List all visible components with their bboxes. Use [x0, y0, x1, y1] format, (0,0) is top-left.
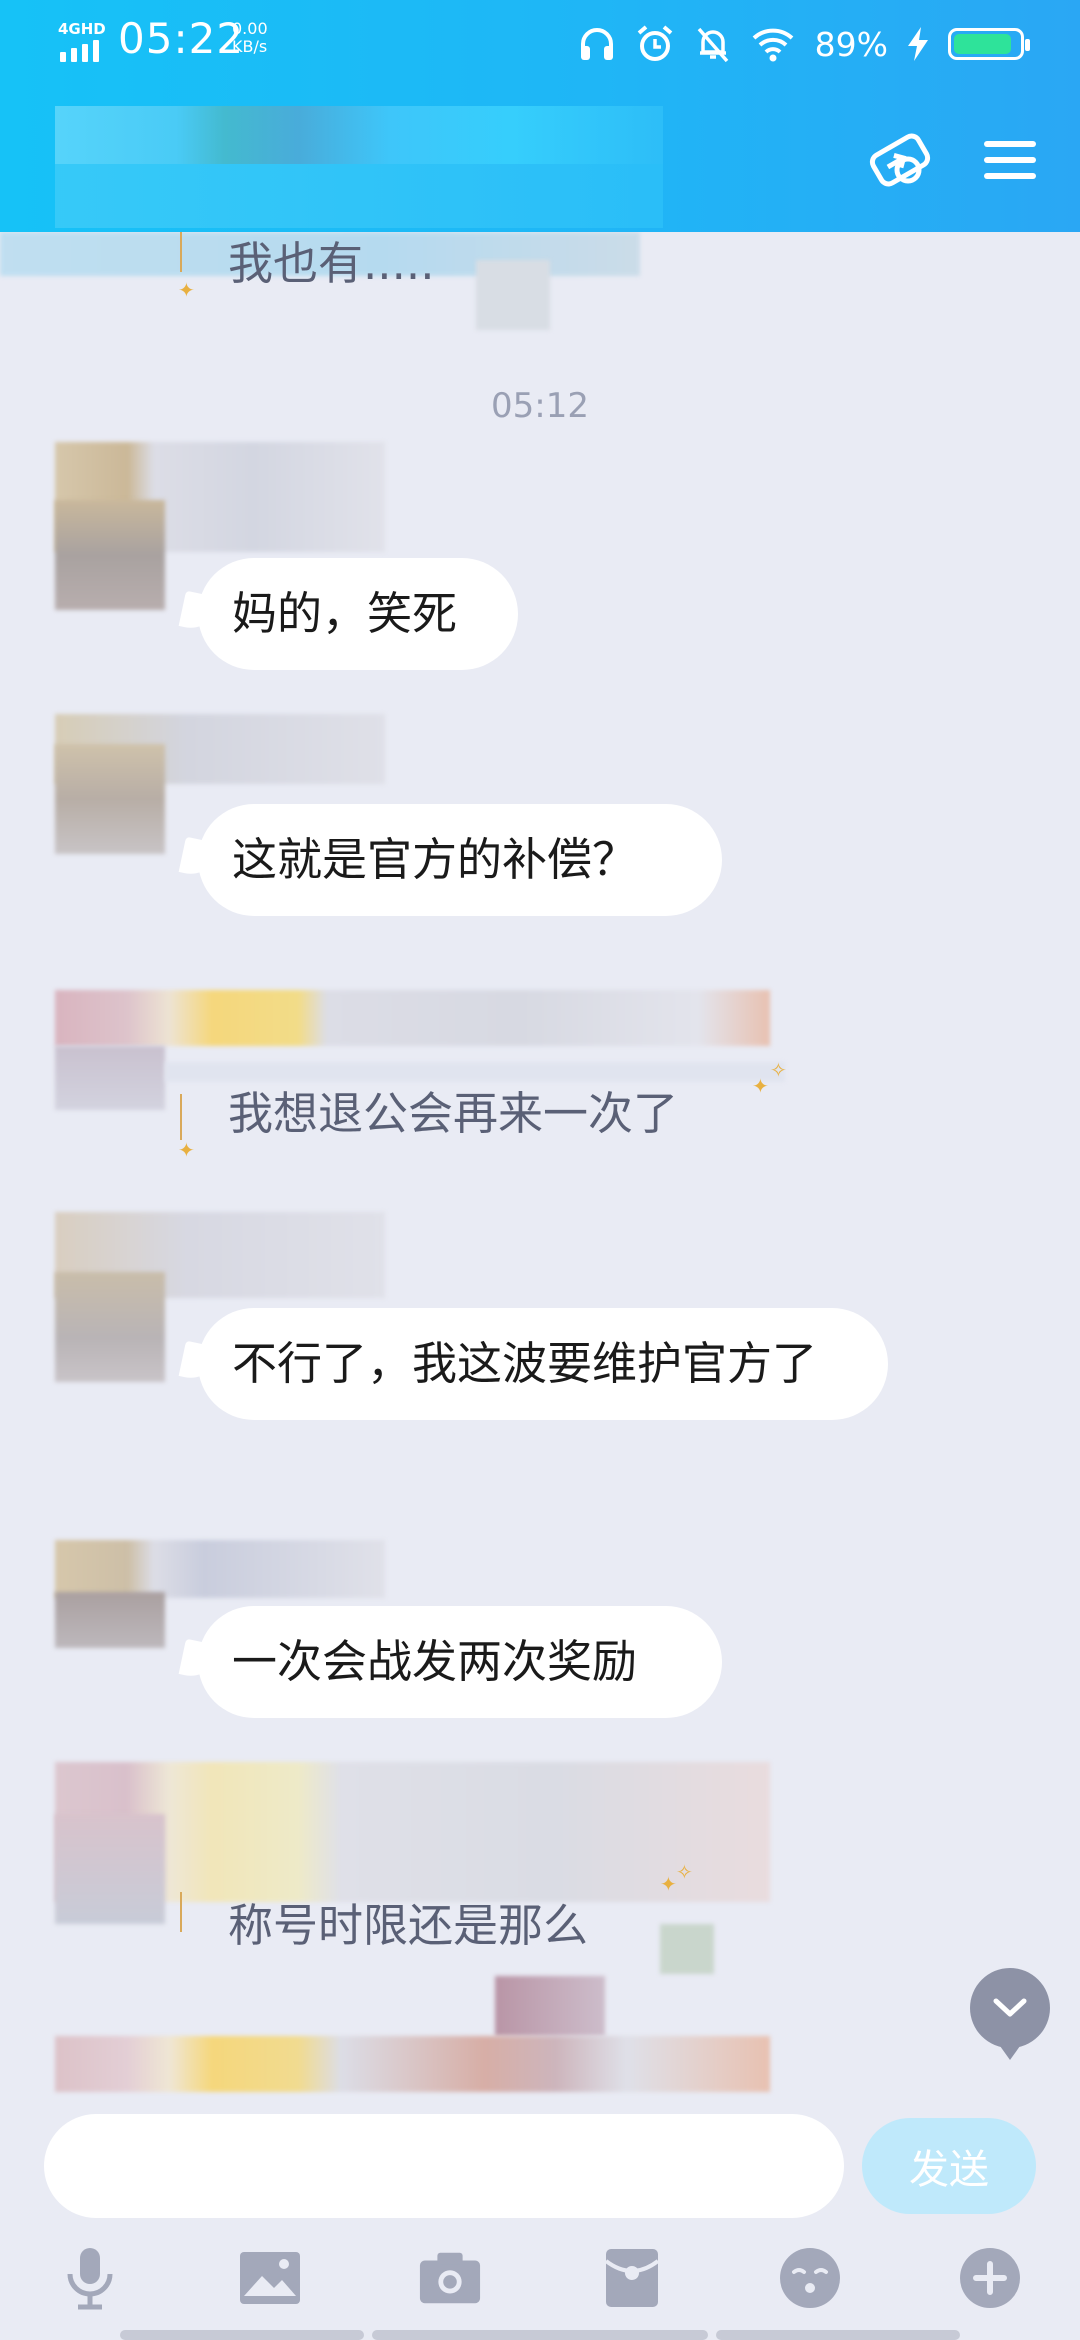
- star-decoration: ✦: [752, 1074, 769, 1098]
- avatar[interactable]: [55, 500, 165, 610]
- bubble-decoration: [180, 1094, 182, 1140]
- red-packet-icon[interactable]: [600, 2246, 664, 2310]
- signal-icon: 4GHD: [56, 20, 106, 62]
- star-decoration: ✦: [178, 1138, 195, 1162]
- avatar[interactable]: [55, 1814, 165, 1924]
- avatar[interactable]: [55, 1592, 165, 1648]
- star-decoration: ✧: [676, 1860, 693, 1884]
- message-bubble[interactable]: 不行了，我这波要维护官方了: [198, 1308, 888, 1420]
- sender-name: [55, 1540, 385, 1598]
- chat-title: [55, 106, 663, 164]
- blurred-sticker: [476, 260, 550, 330]
- sender-name: [55, 990, 770, 1046]
- star-decoration: ✦: [178, 278, 195, 302]
- star-decoration: ✧: [770, 1058, 787, 1082]
- network-speed: 0.00 KB/s: [232, 20, 268, 56]
- message-text[interactable]: 我想退公会再来一次了: [228, 1086, 678, 1142]
- send-button[interactable]: 发送: [862, 2118, 1036, 2214]
- battery-percent: 89%: [814, 24, 888, 64]
- bubble-decoration: [180, 232, 182, 272]
- message-timestamp: 05:12: [491, 386, 589, 426]
- chat-subtitle: [55, 164, 663, 228]
- message-bubble[interactable]: 一次会战发两次奖励: [198, 1606, 722, 1718]
- bubble-decoration: [180, 1892, 182, 1932]
- status-bar: 4GHD 05:22 0.00 KB/s 89%: [0, 0, 1080, 90]
- charging-icon: [906, 27, 930, 61]
- message-bubble[interactable]: 妈的，笑死: [198, 558, 518, 670]
- mute-bell-icon: [693, 24, 733, 64]
- plus-icon[interactable]: [958, 2246, 1022, 2310]
- emoji-icon[interactable]: [778, 2246, 842, 2310]
- battery-icon: [948, 28, 1030, 60]
- bubble-decoration: [165, 1062, 785, 1082]
- headphones-icon: [577, 24, 617, 64]
- microphone-icon[interactable]: [58, 2246, 122, 2310]
- message-input[interactable]: [44, 2114, 844, 2218]
- sender-name: [55, 2036, 770, 2092]
- image-icon[interactable]: [238, 2246, 302, 2310]
- avatar[interactable]: [55, 744, 165, 854]
- speed-unit: KB/s: [232, 37, 268, 56]
- network-type: 4GHD: [58, 20, 106, 38]
- alarm-icon: [635, 24, 675, 64]
- blurred-sticker: [495, 1976, 605, 2036]
- clock: 05:22: [118, 14, 245, 63]
- message-bubble[interactable]: 这就是官方的补偿？: [198, 804, 722, 916]
- menu-icon[interactable]: [970, 120, 1050, 200]
- message-text[interactable]: 称号时限还是那么: [228, 1898, 588, 1954]
- camera-icon[interactable]: [418, 2246, 482, 2310]
- top-bar: 4GHD 05:22 0.00 KB/s 89%: [0, 0, 1080, 232]
- blurred-sticker: [660, 1924, 714, 1974]
- message-list[interactable]: ✦ 我也有..... 05:12 妈的，笑死 这就是官方的补偿？ ✦ ✦ ✧ 我…: [0, 232, 1080, 2112]
- avatar[interactable]: [55, 1272, 165, 1382]
- avatar[interactable]: [55, 1046, 165, 1110]
- input-toolbar: [0, 2240, 1080, 2320]
- wifi-icon: [751, 24, 793, 64]
- add-friend-icon[interactable]: [860, 120, 940, 200]
- tab-indicator: [716, 2330, 960, 2340]
- star-decoration: ✦: [660, 1872, 677, 1896]
- scroll-down-icon[interactable]: [970, 1968, 1050, 2060]
- tab-indicator: [372, 2330, 708, 2340]
- tab-indicator: [120, 2330, 364, 2340]
- message-text: 我也有.....: [228, 237, 435, 290]
- speed-value: 0.00: [232, 19, 268, 38]
